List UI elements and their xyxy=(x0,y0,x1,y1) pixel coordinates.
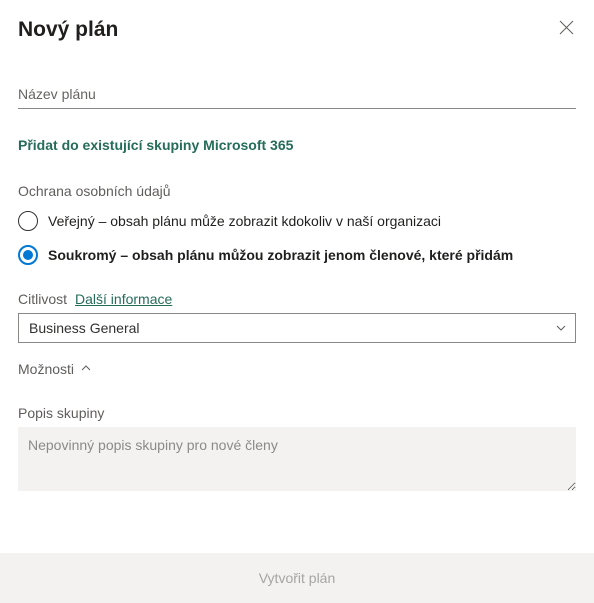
close-icon xyxy=(559,20,574,35)
radio-checked-icon xyxy=(18,245,38,265)
sensitivity-learn-more-link[interactable]: Další informace xyxy=(75,291,172,307)
options-toggle-label: Možnosti xyxy=(18,361,74,377)
privacy-section-label: Ochrana osobních údajů xyxy=(18,183,576,199)
options-toggle[interactable]: Možnosti xyxy=(18,361,92,377)
sensitivity-row: Citlivost Další informace xyxy=(18,291,576,307)
close-button[interactable] xyxy=(557,18,576,37)
dialog-footer: Vytvořit plán xyxy=(0,553,594,603)
sensitivity-label: Citlivost xyxy=(18,291,67,307)
radio-unchecked-icon xyxy=(18,211,38,231)
dialog-header: Nový plán xyxy=(18,18,576,42)
privacy-option-public[interactable]: Veřejný – obsah plánu může zobrazit kdok… xyxy=(18,211,576,231)
group-description-textarea[interactable] xyxy=(18,427,576,491)
privacy-option-label: Soukromý – obsah plánu můžou zobrazit je… xyxy=(48,247,513,263)
group-description-label: Popis skupiny xyxy=(18,405,576,421)
add-to-group-link[interactable]: Přidat do existující skupiny Microsoft 3… xyxy=(18,137,293,153)
privacy-option-label: Veřejný – obsah plánu může zobrazit kdok… xyxy=(48,213,441,229)
dialog-title: Nový plán xyxy=(18,18,118,42)
privacy-option-private[interactable]: Soukromý – obsah plánu můžou zobrazit je… xyxy=(18,245,576,265)
sensitivity-select-value: Business General xyxy=(29,320,140,336)
privacy-radio-group: Veřejný – obsah plánu může zobrazit kdok… xyxy=(18,211,576,265)
chevron-down-icon xyxy=(555,322,567,334)
chevron-up-icon xyxy=(80,361,92,377)
sensitivity-select[interactable]: Business General xyxy=(18,313,576,343)
create-plan-button[interactable]: Vytvořit plán xyxy=(259,570,336,586)
plan-name-input[interactable] xyxy=(18,80,576,109)
